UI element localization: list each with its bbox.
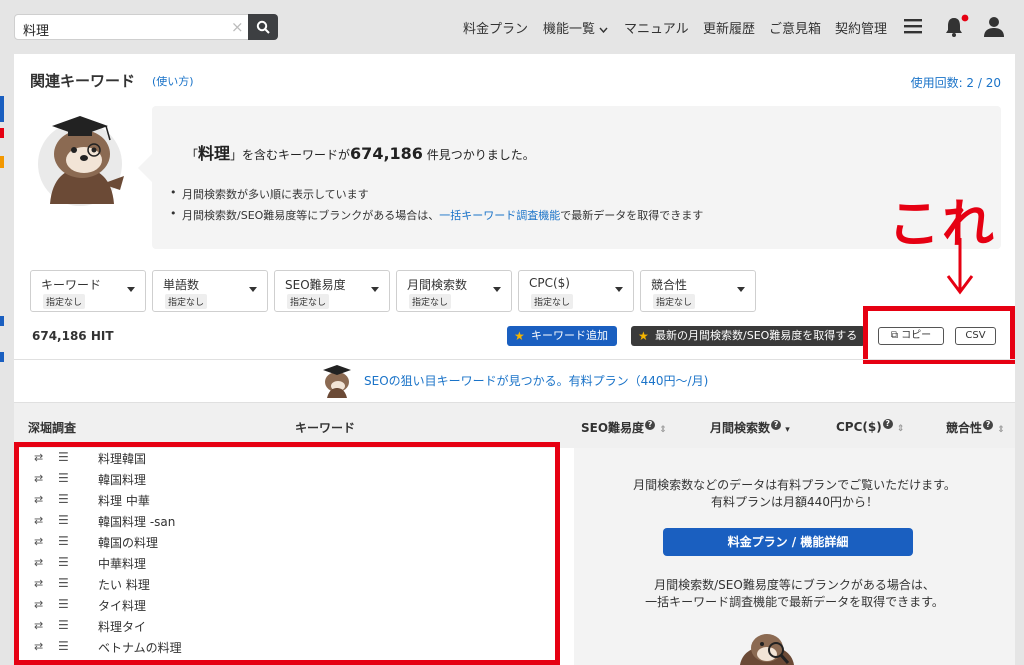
menu-icon[interactable] <box>904 18 922 34</box>
summary-count: 674,186 <box>350 144 423 163</box>
sort-desc-icon: ▾ <box>785 425 790 435</box>
edge-mark <box>0 128 4 138</box>
caret-down-icon <box>127 287 135 292</box>
caret-down-icon <box>249 287 257 292</box>
sort-icon: ⇕ <box>659 425 667 435</box>
search-box[interactable]: 料理 × <box>14 14 278 40</box>
plan-details-button[interactable]: 料金プラン / 機能詳細 <box>663 528 913 556</box>
search-input[interactable]: 料理 <box>23 20 49 39</box>
paid-message: 月間検索数/SEO難易度等にブランクがある場合は、 <box>654 578 935 592</box>
howto-link[interactable]: (使い方) <box>152 73 194 89</box>
usage-count: 使用回数: 2 / 20 <box>910 76 1001 90</box>
user-icon[interactable] <box>984 16 1004 37</box>
col-cpc[interactable]: CPC($)? ⇕ <box>836 419 904 434</box>
caret-down-icon <box>737 287 745 292</box>
caret-down-icon <box>615 287 623 292</box>
summary-text: 「料理」を含むキーワードが674,186 件見つかりました。 <box>186 144 535 163</box>
search-button[interactable] <box>248 14 278 40</box>
annotation-box <box>14 442 560 665</box>
chevron-down-icon <box>599 27 608 34</box>
top-bar: 料理 × 料金プラン 機能一覧 マニュアル 更新履歴 ご意見箱 契約管理 <box>0 0 1024 54</box>
star-icon: ★ <box>638 329 649 343</box>
page-title: 関連キーワード <box>30 72 136 90</box>
filter-monthly-search[interactable]: 月間検索数 指定なし <box>396 270 512 312</box>
clear-icon[interactable]: × <box>231 18 244 36</box>
filter-seo-difficulty[interactable]: SEO難易度 指定なし <box>274 270 390 312</box>
nav-manual[interactable]: マニュアル <box>624 18 689 37</box>
bulk-research-link[interactable]: 一括キーワード調査機能 <box>439 209 560 222</box>
nav-plans[interactable]: 料金プラン <box>463 18 528 37</box>
help-icon[interactable]: ? <box>983 420 994 430</box>
hit-count: 674,186 HIT <box>32 329 114 343</box>
otter-small-icon <box>323 365 351 398</box>
filter-cpc[interactable]: CPC($) 指定なし <box>518 270 634 312</box>
arrow-down-icon <box>946 238 974 295</box>
related-keywords-panel: 関連キーワード (使い方) 使用回数: 2 / 20 「料理」を含むキーワードが… <box>14 54 1015 665</box>
nav-feedback[interactable]: ご意見箱 <box>769 18 821 37</box>
nav-features-label: 機能一覧 <box>543 22 596 37</box>
nav-features[interactable]: 機能一覧 <box>543 18 608 37</box>
help-icon[interactable]: ? <box>771 420 782 430</box>
summary-bullet: 月間検索数が多い順に表示しています <box>170 186 369 202</box>
sort-icon: ⇕ <box>997 425 1005 435</box>
filter-word-count[interactable]: 単語数 指定なし <box>152 270 268 312</box>
col-keyword: キーワード <box>295 421 356 435</box>
bell-icon[interactable] <box>943 14 969 38</box>
paid-message: 月間検索数などのデータは有料プランでご覧いただけます。 <box>633 478 956 492</box>
filter-keyword[interactable]: キーワード 指定なし <box>30 270 146 312</box>
search-icon <box>256 20 270 34</box>
edge-mark <box>0 316 4 326</box>
col-seo-difficulty[interactable]: SEO難易度? ⇕ <box>581 419 667 436</box>
add-keyword-button[interactable]: ★ キーワード追加 <box>507 326 617 346</box>
col-deep-research: 深堀調査 <box>28 421 77 435</box>
result-summary: 「料理」を含むキーワードが674,186 件見つかりました。 月間検索数が多い順… <box>152 106 1001 249</box>
col-competition[interactable]: 競合性? ⇕ <box>946 419 1005 436</box>
annotation-box <box>863 306 1015 364</box>
promo-link[interactable]: SEOの狙い目キーワードが見つかる。有料プラン（440円〜/月) <box>364 372 708 389</box>
divider <box>14 359 1015 360</box>
otter-detective-icon <box>740 634 794 665</box>
help-icon[interactable]: ? <box>882 419 893 429</box>
paid-message: 一括キーワード調査機能で最新データを取得できます。 <box>645 595 944 609</box>
sort-icon: ⇕ <box>896 424 905 434</box>
edge-mark <box>0 156 4 168</box>
fetch-latest-button[interactable]: ★ 最新の月間検索数/SEO難易度を取得する <box>631 326 866 346</box>
nav-contract[interactable]: 契約管理 <box>835 18 887 37</box>
speech-pointer <box>138 154 152 182</box>
edge-mark <box>0 352 4 362</box>
otter-mascot-icon <box>38 116 124 206</box>
summary-bullet: 月間検索数/SEO難易度等にブランクがある場合は、一括キーワード調査機能で最新デ… <box>170 207 703 223</box>
col-monthly-search[interactable]: 月間検索数? ▾ <box>710 419 790 436</box>
summary-keyword: 料理 <box>198 144 231 163</box>
caret-down-icon <box>371 287 379 292</box>
nav-history[interactable]: 更新履歴 <box>703 18 755 37</box>
help-icon[interactable]: ? <box>645 420 656 430</box>
star-icon: ★ <box>514 329 525 343</box>
edge-mark <box>0 96 4 122</box>
caret-down-icon <box>493 287 501 292</box>
paid-plan-overlay: 月間検索数などのデータは有料プランでご覧いただけます。 有料プランは月額440円… <box>574 448 1015 665</box>
paid-message: 有料プランは月額440円から！ <box>711 495 878 509</box>
filter-competition[interactable]: 競合性 指定なし <box>640 270 756 312</box>
